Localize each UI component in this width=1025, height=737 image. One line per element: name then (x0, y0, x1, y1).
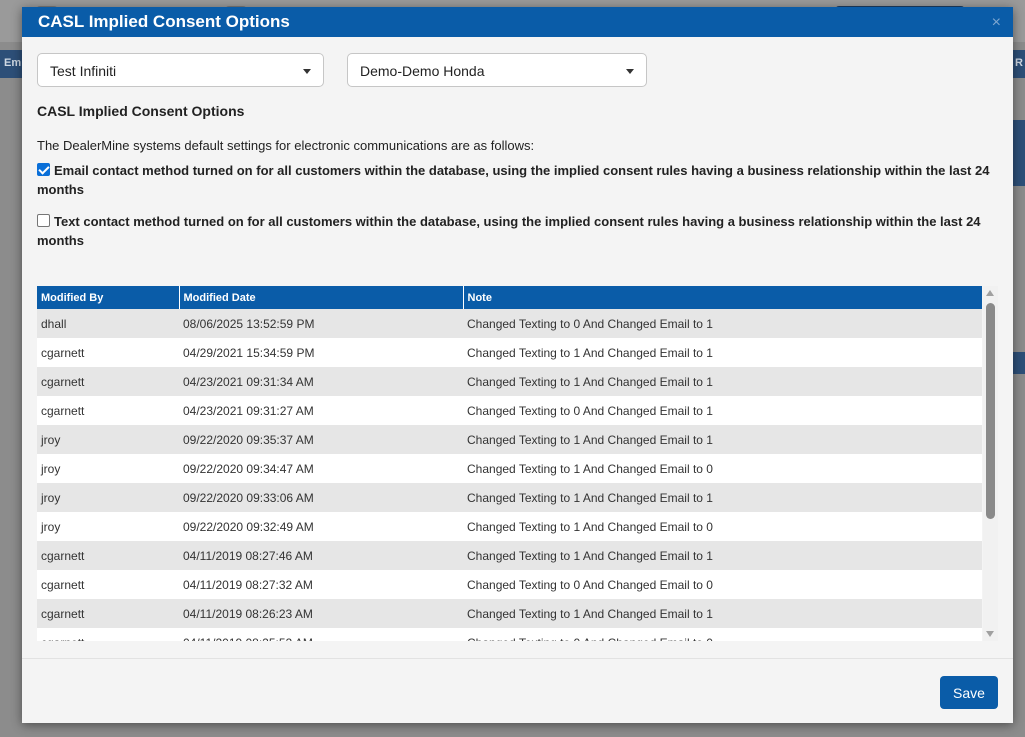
intro-text: The DealerMine systems default settings … (37, 138, 535, 153)
cell-modified-by: cgarnett (37, 338, 179, 367)
cell-modified-date: 04/23/2021 09:31:34 AM (179, 367, 463, 396)
cell-modified-by: cgarnett (37, 541, 179, 570)
dealer-group-select[interactable]: Test Infiniti (37, 53, 324, 87)
cell-modified-date: 09/22/2020 09:35:37 AM (179, 425, 463, 454)
cell-modified-date: 04/23/2021 09:31:27 AM (179, 396, 463, 425)
table-row[interactable]: jroy 09/22/2020 09:34:47 AM Changed Textin… (37, 454, 982, 483)
cell-note: Changed Texting to 1 And Changed Email t… (463, 367, 982, 396)
cell-note: Changed Texting to 1 And Changed Email t… (463, 541, 982, 570)
cell-modified-by: jroy (37, 512, 179, 541)
cell-note: Changed Texting to 1 And Changed Email t… (463, 483, 982, 512)
cell-modified-date: 04/29/2021 15:34:59 PM (179, 338, 463, 367)
text-option-label: Text contact method turned on for all cu… (37, 214, 981, 248)
history-table: Modified By Modified Date Note dhall 08/0… (37, 286, 982, 641)
chevron-down-icon (303, 69, 311, 74)
scrollbar-thumb[interactable] (986, 303, 995, 519)
table-row[interactable]: cgarnett 04/11/2019 08:27:32 AM Changed Te… (37, 570, 982, 599)
cell-note: Changed Texting to 0 And Changed Email t… (463, 570, 982, 599)
dialog-title: CASL Implied Consent Options (38, 12, 290, 31)
save-button[interactable]: Save (940, 676, 998, 709)
table-row[interactable]: cgarnett 04/11/2019 08:26:23 AM Changed Te… (37, 599, 982, 628)
cell-modified-by: cgarnett (37, 396, 179, 425)
cell-modified-date: 09/22/2020 09:34:47 AM (179, 454, 463, 483)
footer-divider (22, 658, 1013, 659)
cell-modified-date: 04/11/2019 08:26:23 AM (179, 599, 463, 628)
cell-note: Changed Texting to 1 And Changed Email t… (463, 512, 982, 541)
table-scrollbar[interactable] (983, 286, 998, 641)
table-header-row: Modified By Modified Date Note (37, 286, 982, 309)
cell-modified-by: cgarnett (37, 367, 179, 396)
cell-modified-date: 08/06/2025 13:52:59 PM (179, 309, 463, 338)
table-row[interactable]: jroy 09/22/2020 09:33:06 AM Changed Textin… (37, 483, 982, 512)
close-icon[interactable]: × (992, 14, 1001, 32)
history-table-container: Modified By Modified Date Note dhall 08/0… (37, 286, 982, 641)
column-header-note[interactable]: Note (463, 286, 982, 309)
cell-modified-by: dhall (37, 309, 179, 338)
table-row[interactable]: cgarnett 04/29/2021 15:34:59 PM Changed Te… (37, 338, 982, 367)
email-option: Email contact method turned on for all c… (37, 161, 997, 199)
table-row[interactable]: cgarnett 04/23/2021 09:31:34 AM Changed Te… (37, 367, 982, 396)
email-consent-checkbox[interactable] (37, 163, 50, 176)
text-consent-checkbox[interactable] (37, 214, 50, 227)
cell-modified-date: 04/11/2019 08:27:32 AM (179, 570, 463, 599)
section-title: CASL Implied Consent Options (37, 103, 245, 119)
scroll-down-icon[interactable] (986, 631, 994, 637)
column-header-modified-date[interactable]: Modified Date (179, 286, 464, 309)
text-option: Text contact method turned on for all cu… (37, 212, 997, 250)
table-row[interactable]: cgarnett 04/23/2021 09:31:27 AM Changed Te… (37, 396, 982, 425)
cell-modified-date: 09/22/2020 09:33:06 AM (179, 483, 463, 512)
history-table-body: dhall 08/06/2025 13:52:59 PM Changed Texti… (37, 309, 982, 641)
table-row[interactable]: cgarnett 04/11/2019 08:27:46 AM Changed Te… (37, 541, 982, 570)
cell-modified-by: cgarnett (37, 628, 179, 641)
cell-modified-by: jroy (37, 425, 179, 454)
cell-modified-date: 04/11/2019 08:27:46 AM (179, 541, 463, 570)
scroll-up-icon[interactable] (986, 290, 994, 296)
cell-note: Changed Texting to 0 And Changed Email t… (463, 628, 982, 641)
dealer-value: Demo-Demo Honda (360, 63, 485, 79)
table-row[interactable]: jroy 09/22/2020 09:32:49 AM Changed Textin… (37, 512, 982, 541)
dialog-header: CASL Implied Consent Options × (22, 7, 1013, 37)
background-panel (1013, 352, 1025, 374)
cell-modified-by: cgarnett (37, 570, 179, 599)
chevron-down-icon (626, 69, 634, 74)
email-option-label: Email contact method turned on for all c… (37, 163, 990, 197)
table-row[interactable]: jroy 09/22/2020 09:35:37 AM Changed Textin… (37, 425, 982, 454)
background-nav-left: Em (4, 57, 22, 69)
cell-modified-by: jroy (37, 454, 179, 483)
casl-consent-dialog: CASL Implied Consent Options × Test Infi… (22, 7, 1013, 723)
cell-note: Changed Texting to 1 And Changed Email t… (463, 338, 982, 367)
table-row[interactable]: dhall 08/06/2025 13:52:59 PM Changed Texti… (37, 309, 982, 338)
cell-modified-by: cgarnett (37, 599, 179, 628)
background-panel (1013, 120, 1025, 186)
dealer-group-value: Test Infiniti (50, 63, 117, 79)
cell-note: Changed Texting to 1 And Changed Email t… (463, 599, 982, 628)
table-row[interactable]: cgarnett04/11/2019 08:25:52 AMChanged Te… (37, 628, 982, 641)
cell-note: Changed Texting to 1 And Changed Email t… (463, 425, 982, 454)
cell-note: Changed Texting to 0 And Changed Email t… (463, 396, 982, 425)
cell-note: Changed Texting to 1 And Changed Email t… (463, 454, 982, 483)
cell-modified-date: 09/22/2020 09:32:49 AM (179, 512, 463, 541)
cell-modified-date: 04/11/2019 08:25:52 AM (179, 628, 463, 641)
cell-modified-by: jroy (37, 483, 179, 512)
cell-note: Changed Texting to 0 And Changed Email t… (463, 309, 982, 338)
column-header-modified-by[interactable]: Modified By (37, 286, 180, 309)
dealer-select[interactable]: Demo-Demo Honda (347, 53, 647, 87)
